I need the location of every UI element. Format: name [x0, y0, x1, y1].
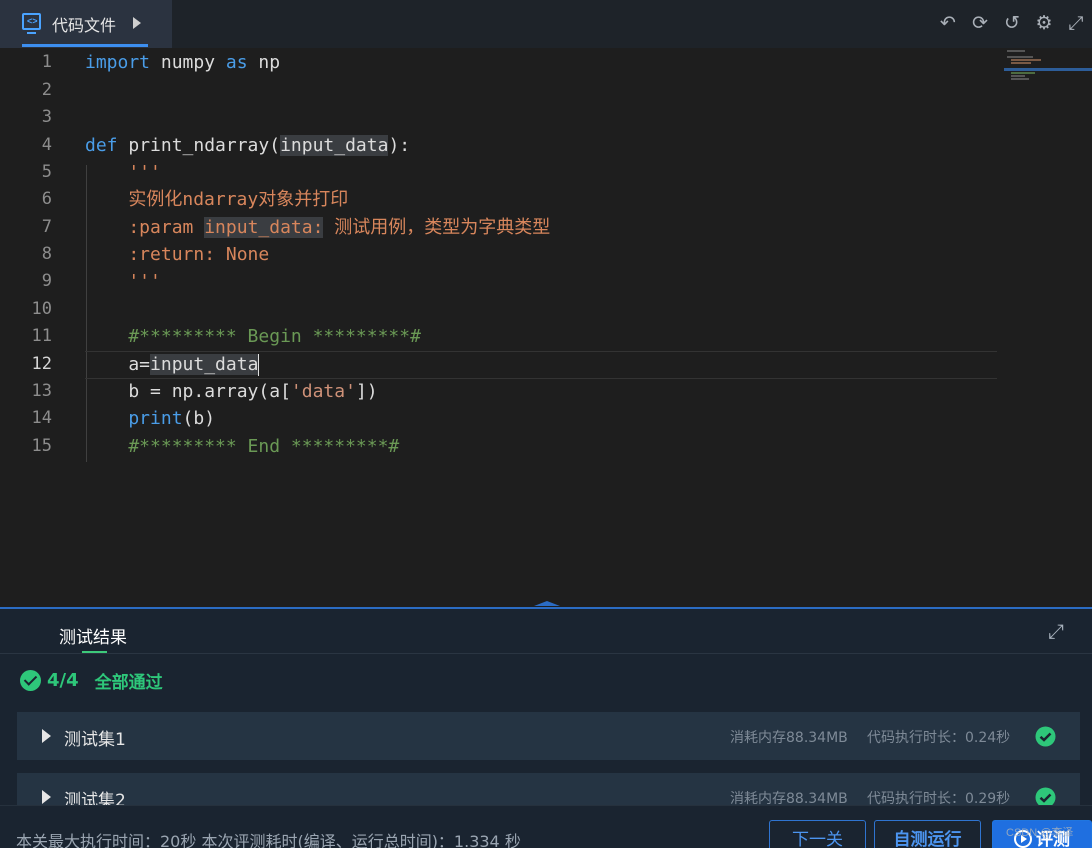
code-line: 4 def print_ndarray(input_data):	[0, 132, 1000, 159]
test-set-row[interactable]: 测试集1 消耗内存88.34MB 代码执行时长：0.24秒	[17, 712, 1080, 760]
fullscreen-icon[interactable]: ⤢	[1060, 10, 1092, 36]
expand-icon[interactable]: ⤢	[1048, 621, 1068, 641]
code-line: 12 a=input_data	[0, 351, 1000, 378]
docstring: '''	[85, 271, 161, 292]
code-text: b = np.array(a[	[85, 381, 291, 402]
next-level-button[interactable]: 下一关	[769, 820, 866, 848]
memory-usage: 消耗内存88.34MB	[730, 730, 848, 746]
line-number: 7	[41, 217, 52, 237]
code-editor[interactable]: 1 import numpy as np 2 3 4 def print_nda…	[0, 48, 1092, 608]
execution-info: 本关最大执行时间：20秒 本次评测耗时(编译、运行总时间)：1.334 秒	[16, 832, 521, 848]
execution-time: 代码执行时长：0.24秒	[867, 730, 1011, 746]
builtin-function: print	[85, 408, 183, 429]
code-line: 5 '''	[0, 159, 1000, 186]
tab-label: 代码文件	[52, 16, 117, 35]
code-line: 8 :return: None	[0, 241, 1000, 268]
tab-arrow-icon[interactable]	[133, 17, 141, 29]
line-number: 2	[41, 80, 52, 100]
highlighted-param: input_data	[204, 217, 313, 238]
pass-status: 全部通过	[94, 672, 163, 693]
docstring: '''	[85, 162, 161, 183]
code-text: ])	[355, 381, 378, 402]
docstring: :param	[85, 217, 205, 238]
restore-icon[interactable]: ↺	[996, 10, 1028, 36]
code-line: 2	[0, 77, 1000, 104]
comment: #********* Begin *********#	[85, 326, 421, 347]
line-number: 13	[31, 381, 52, 401]
code-line: 11 #********* Begin *********#	[0, 323, 1000, 350]
editor-toolbar: ↶ ⟳ ↺ ⚙ ⤢	[932, 10, 1092, 36]
tab-code-file[interactable]: <> 代码文件	[0, 0, 172, 48]
text-cursor	[258, 354, 260, 376]
line-number: 3	[41, 107, 52, 127]
result-summary: 4/4 全部通过	[20, 667, 163, 693]
code-line: 14 print(b)	[0, 405, 1000, 432]
code-text: (b)	[182, 408, 216, 429]
app-root: <> 代码文件 ↶ ⟳ ↺ ⚙ ⤢ 1 import numpy as np 2…	[0, 0, 1092, 848]
docstring: 对象并打印	[258, 189, 349, 210]
editor-tabbar: <> 代码文件 ↶ ⟳ ↺ ⚙ ⤢	[0, 0, 1092, 48]
code-line: 9 '''	[0, 268, 1000, 295]
code-text: np	[247, 52, 281, 73]
keyword: as	[225, 52, 248, 73]
line-number: 5	[41, 162, 52, 182]
keyword: def	[85, 135, 118, 156]
code-text: a=	[85, 354, 151, 375]
highlighted-param: input_data	[280, 135, 389, 156]
line-number: 8	[41, 244, 52, 264]
line-number: 6	[41, 189, 52, 209]
code-line: 1 import numpy as np	[0, 49, 1000, 76]
keyword: import	[85, 52, 151, 73]
docstring: :	[312, 217, 324, 238]
docstring: 实例化	[85, 189, 183, 210]
highlighted-param: input_data	[150, 354, 259, 375]
line-number: 10	[31, 299, 52, 319]
line-number: 15	[31, 436, 52, 456]
test-results-panel: 测试结果 ⤢ 4/4 全部通过 测试集1 消耗内存88.34MB 代码执行时长：…	[0, 609, 1092, 821]
tab-active-indicator	[22, 44, 148, 47]
code-text: numpy	[150, 52, 226, 73]
undo-icon[interactable]: ↶	[932, 10, 964, 36]
line-number: 4	[41, 135, 52, 155]
docstring: ndarray	[182, 189, 259, 210]
code-line: 10	[0, 296, 1000, 323]
line-number: 1	[41, 52, 52, 72]
watermark: CSDN @李泽	[1006, 827, 1074, 839]
tab-test-results[interactable]: 测试结果	[59, 623, 127, 648]
code-file-icon: <>	[22, 13, 41, 34]
divider	[0, 653, 1092, 654]
minimap-viewport[interactable]	[1004, 68, 1092, 71]
string-literal: 'data'	[290, 381, 356, 402]
line-number: 11	[31, 326, 52, 346]
line-number: 12	[31, 354, 52, 374]
check-circle-icon	[1035, 726, 1056, 747]
docstring: 测试用例，类型为字典类型	[323, 217, 551, 238]
code-line: 7 :param input_data: 测试用例，类型为字典类型	[0, 214, 1000, 241]
code-line: 3	[0, 104, 1000, 131]
expand-arrow-icon[interactable]	[42, 790, 51, 804]
code-line: 13 b = np.array(a['data'])	[0, 378, 1000, 405]
docstring: :return: None	[85, 244, 270, 265]
footer-bar: 本关最大执行时间：20秒 本次评测耗时(编译、运行总时间)：1.334 秒 下一…	[0, 805, 1092, 848]
code-line: 6 实例化ndarray对象并打印	[0, 186, 1000, 213]
code-line: 15 #********* End *********#	[0, 433, 1000, 460]
self-test-run-button[interactable]: 自测运行	[874, 820, 981, 848]
test-set-name: 测试集1	[64, 730, 126, 750]
gear-icon[interactable]: ⚙	[1028, 10, 1060, 36]
refresh-icon[interactable]: ⟳	[964, 10, 996, 36]
comment: #********* End *********#	[85, 436, 400, 457]
pass-score: 4/4	[47, 669, 79, 691]
code-text: ):	[388, 135, 411, 156]
check-circle-icon	[20, 669, 41, 691]
code-text: print_ndarray(	[117, 135, 281, 156]
line-number: 14	[31, 408, 52, 428]
expand-arrow-icon[interactable]	[42, 729, 51, 743]
line-number: 9	[41, 271, 52, 291]
